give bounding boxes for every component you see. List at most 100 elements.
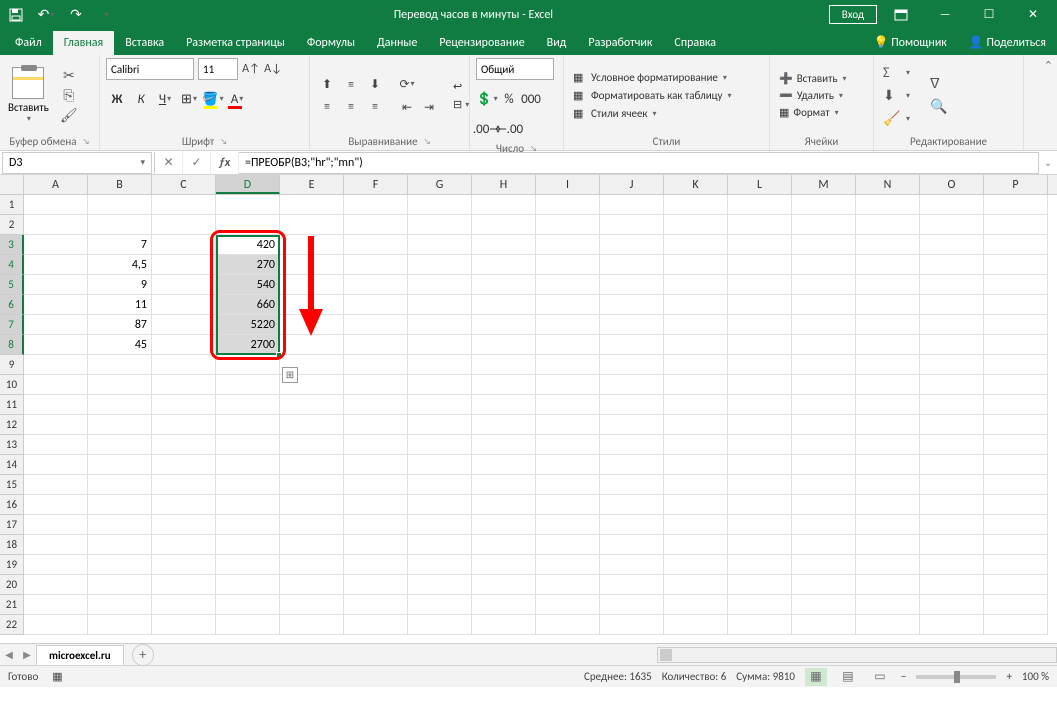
decrease-font-button[interactable]: A↓ [264,58,282,80]
sort-filter-button[interactable]: ᐁ [927,74,951,94]
cell-J14[interactable] [600,455,664,475]
col-header-B[interactable]: B [88,175,152,194]
cell-G9[interactable] [408,355,472,375]
cell-J5[interactable] [600,275,664,295]
cell-O2[interactable] [920,215,984,235]
cell-J3[interactable] [600,235,664,255]
cell-E5[interactable] [280,275,344,295]
row-header-19[interactable]: 19 [0,555,24,575]
cell-J19[interactable] [600,555,664,575]
cell-C7[interactable] [152,315,216,335]
signin-button[interactable]: Вход [829,5,877,24]
cell-A21[interactable] [24,595,88,615]
cell-G12[interactable] [408,415,472,435]
cell-L21[interactable] [728,595,792,615]
sheet-nav-prev[interactable]: ◀ [0,648,18,661]
cell-O1[interactable] [920,195,984,215]
cell-M9[interactable] [792,355,856,375]
row-header-20[interactable]: 20 [0,575,24,595]
col-header-J[interactable]: J [600,175,664,194]
cell-M22[interactable] [792,615,856,635]
tab-page-layout[interactable]: Разметка страницы [175,31,296,55]
col-header-O[interactable]: O [920,175,984,194]
cell-K4[interactable] [664,255,728,275]
tab-help[interactable]: Справка [663,31,727,55]
align-left-button[interactable]: ≡ [316,97,338,117]
font-launcher[interactable]: ↘ [220,137,227,147]
tab-home[interactable]: Главная [53,31,114,55]
col-header-A[interactable]: A [24,175,88,194]
cell-A8[interactable] [24,335,88,355]
cell-D3[interactable]: 420 [216,235,280,255]
cell-I10[interactable] [536,375,600,395]
cell-F8[interactable] [344,335,408,355]
tab-review[interactable]: Рецензирование [428,31,535,55]
cell-C2[interactable] [152,215,216,235]
increase-font-button[interactable]: A↑ [242,58,260,80]
cell-O17[interactable] [920,515,984,535]
cell-D20[interactable] [216,575,280,595]
cell-A22[interactable] [24,615,88,635]
cell-P17[interactable] [984,515,1048,535]
cell-O4[interactable] [920,255,984,275]
cell-I1[interactable] [536,195,600,215]
cell-E3[interactable] [280,235,344,255]
cell-P16[interactable] [984,495,1048,515]
tab-formulas[interactable]: Формулы [296,31,366,55]
cell-N22[interactable] [856,615,920,635]
cell-N5[interactable] [856,275,920,295]
cell-O14[interactable] [920,455,984,475]
row-header-17[interactable]: 17 [0,515,24,535]
cell-A16[interactable] [24,495,88,515]
cell-I13[interactable] [536,435,600,455]
cell-J10[interactable] [600,375,664,395]
cell-C18[interactable] [152,535,216,555]
col-header-L[interactable]: L [728,175,792,194]
cell-D13[interactable] [216,435,280,455]
ribbon-display-options[interactable] [881,0,921,29]
cell-H14[interactable] [472,455,536,475]
cell-N1[interactable] [856,195,920,215]
cell-C6[interactable] [152,295,216,315]
cell-B3[interactable]: 7 [88,235,152,255]
cell-O7[interactable] [920,315,984,335]
col-header-E[interactable]: E [280,175,344,194]
cell-P8[interactable] [984,335,1048,355]
cell-J6[interactable] [600,295,664,315]
cell-G13[interactable] [408,435,472,455]
view-page-break-button[interactable]: ▭ [869,668,891,686]
cell-J1[interactable] [600,195,664,215]
col-header-I[interactable]: I [536,175,600,194]
cell-A1[interactable] [24,195,88,215]
cell-F20[interactable] [344,575,408,595]
row-header-10[interactable]: 10 [0,375,24,395]
cell-F13[interactable] [344,435,408,455]
cell-I5[interactable] [536,275,600,295]
cell-E16[interactable] [280,495,344,515]
cell-I3[interactable] [536,235,600,255]
cell-D19[interactable] [216,555,280,575]
cell-K6[interactable] [664,295,728,315]
cell-G16[interactable] [408,495,472,515]
cell-J15[interactable] [600,475,664,495]
cell-J11[interactable] [600,395,664,415]
cell-E22[interactable] [280,615,344,635]
italic-button[interactable]: К [130,88,152,110]
zoom-slider[interactable] [916,675,996,679]
cell-H21[interactable] [472,595,536,615]
cell-D5[interactable]: 540 [216,275,280,295]
cell-K16[interactable] [664,495,728,515]
cell-C4[interactable] [152,255,216,275]
cell-E1[interactable] [280,195,344,215]
cell-D21[interactable] [216,595,280,615]
cell-L13[interactable] [728,435,792,455]
cell-N11[interactable] [856,395,920,415]
cell-E7[interactable] [280,315,344,335]
zoom-out-button[interactable]: − [901,670,906,683]
cell-I15[interactable] [536,475,600,495]
number-format-select[interactable] [476,58,554,80]
cell-K9[interactable] [664,355,728,375]
tab-view[interactable]: Вид [536,31,578,55]
name-box[interactable]: D3▾ [2,152,152,174]
cell-M10[interactable] [792,375,856,395]
